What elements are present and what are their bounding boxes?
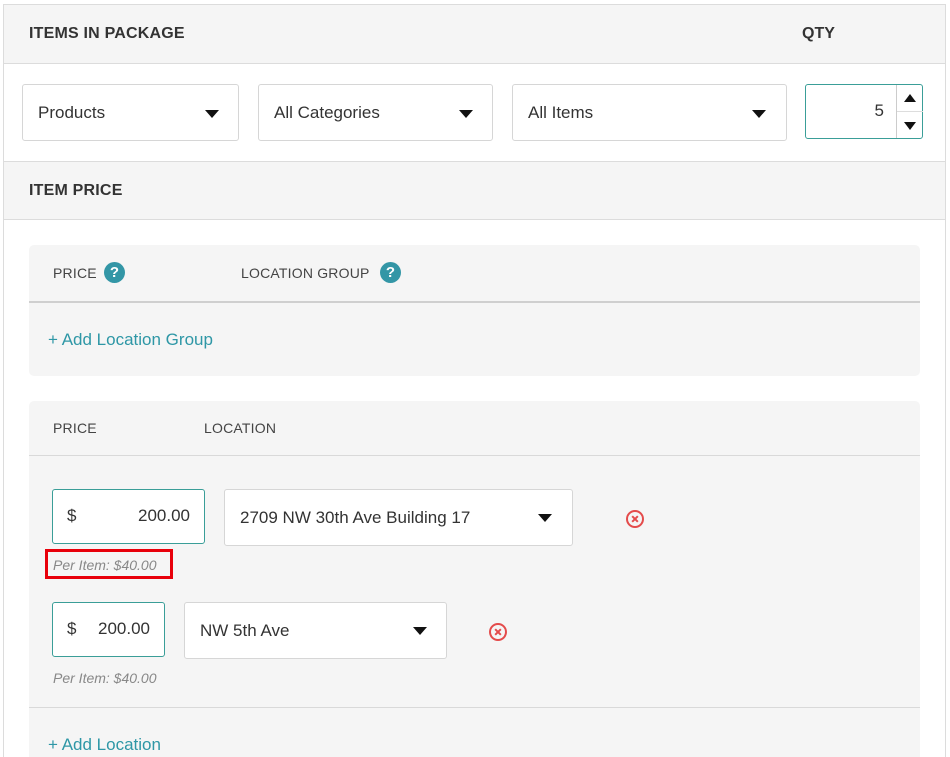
spinner-up-icon[interactable] bbox=[904, 94, 916, 102]
category-value: All Categories bbox=[274, 103, 380, 122]
package-items-panel: ITEMS IN PACKAGE QTY Products All Catego… bbox=[3, 4, 946, 757]
chevron-down-icon bbox=[205, 110, 219, 118]
location-select[interactable]: 2709 NW 30th Ave Building 17 bbox=[224, 489, 573, 546]
per-item-price: Per Item: $40.00 bbox=[53, 670, 157, 686]
chevron-down-icon bbox=[413, 627, 427, 635]
rows-divider bbox=[29, 707, 920, 708]
price-value: 200.00 bbox=[98, 619, 150, 638]
location-group-help-icon[interactable]: ? bbox=[380, 262, 401, 283]
header-divider bbox=[29, 301, 920, 303]
price-header: PRICE bbox=[53, 420, 97, 436]
per-item-price: Per Item: $40.00 bbox=[53, 557, 157, 573]
spinner-divider bbox=[897, 111, 923, 112]
product-type-value: Products bbox=[38, 103, 106, 122]
item-price-title: ITEM PRICE bbox=[29, 182, 123, 199]
location-value: 2709 NW 30th Ave Building 17 bbox=[240, 508, 471, 527]
currency-symbol: $ bbox=[67, 619, 77, 638]
items-in-package-header: ITEMS IN PACKAGE QTY bbox=[4, 5, 945, 64]
remove-location-icon[interactable] bbox=[489, 623, 507, 641]
spinner-down-icon[interactable] bbox=[904, 122, 916, 130]
quantity-stepper[interactable]: 5 bbox=[805, 84, 923, 139]
remove-location-icon[interactable] bbox=[626, 510, 644, 528]
price-header: PRICE bbox=[53, 265, 97, 281]
header-divider bbox=[29, 455, 920, 456]
price-input[interactable]: $ 200.00 bbox=[52, 602, 165, 657]
item-value: All Items bbox=[528, 103, 594, 122]
quantity-value: 5 bbox=[874, 101, 884, 120]
location-group-card: PRICE ? LOCATION GROUP ? + Add Location … bbox=[29, 245, 920, 376]
location-group-header: LOCATION GROUP bbox=[241, 265, 370, 281]
price-value: 200.00 bbox=[138, 506, 190, 525]
price-input[interactable]: $ 200.00 bbox=[52, 489, 205, 544]
location-select[interactable]: NW 5th Ave bbox=[184, 602, 447, 659]
item-select[interactable]: All Items bbox=[512, 84, 787, 141]
chevron-down-icon bbox=[752, 110, 766, 118]
currency-symbol: $ bbox=[67, 506, 77, 525]
price-help-icon[interactable]: ? bbox=[104, 262, 125, 283]
items-in-package-title: ITEMS IN PACKAGE bbox=[29, 25, 185, 42]
product-type-select[interactable]: Products bbox=[22, 84, 239, 141]
category-select[interactable]: All Categories bbox=[258, 84, 493, 141]
location-header: LOCATION bbox=[204, 420, 277, 436]
item-price-header: ITEM PRICE bbox=[4, 161, 945, 220]
location-value: NW 5th Ave bbox=[200, 621, 290, 640]
quantity-spinner bbox=[896, 85, 923, 138]
chevron-down-icon bbox=[538, 514, 552, 522]
location-card: PRICE LOCATION $ 200.00 2709 NW 30th Ave… bbox=[29, 401, 920, 757]
add-location-link[interactable]: + Add Location bbox=[48, 735, 161, 755]
chevron-down-icon bbox=[459, 110, 473, 118]
qty-label: QTY bbox=[802, 25, 835, 42]
add-location-group-link[interactable]: + Add Location Group bbox=[48, 330, 213, 350]
